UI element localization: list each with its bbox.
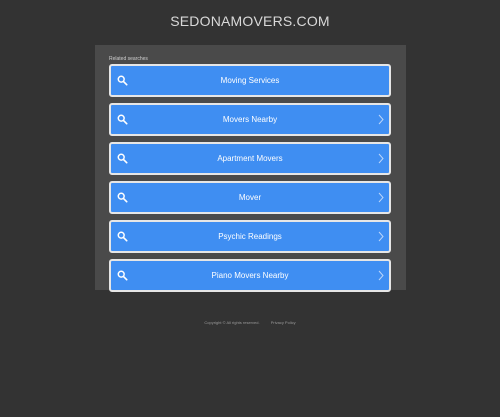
related-search-label: Moving Services xyxy=(220,76,280,85)
related-search-mover[interactable]: Mover xyxy=(109,181,391,214)
page: SEDONAMOVERS.COM Related searches Moving… xyxy=(0,0,500,417)
related-search-psychic-readings[interactable]: Psychic Readings xyxy=(109,220,391,253)
privacy-policy-link[interactable]: Privacy Policy xyxy=(271,320,296,325)
related-search-label: Piano Movers Nearby xyxy=(211,271,289,280)
chevron-right-icon xyxy=(378,114,384,125)
related-search-movers-nearby[interactable]: Movers Nearby xyxy=(109,103,391,136)
footer: Copyright © All rights reserved. Privacy… xyxy=(0,320,500,326)
related-searches-panel: Related searches Moving Services Movers … xyxy=(95,45,406,292)
related-search-piano-movers-nearby[interactable]: Piano Movers Nearby xyxy=(109,259,391,292)
copyright-text: Copyright © All rights reserved. xyxy=(204,320,260,325)
related-searches-heading: Related searches xyxy=(109,56,148,62)
site-title: SEDONAMOVERS.COM xyxy=(170,13,330,29)
related-search-label: Apartment Movers xyxy=(217,154,283,163)
chevron-right-icon xyxy=(378,270,384,281)
related-search-label: Mover xyxy=(238,193,262,202)
chevron-right-icon xyxy=(378,231,384,242)
chevron-right-icon xyxy=(378,153,384,164)
chevron-right-icon xyxy=(378,192,384,203)
related-search-apartment-movers[interactable]: Apartment Movers xyxy=(109,142,391,175)
related-search-label: Psychic Readings xyxy=(218,232,282,241)
related-searches-list: Moving Services Movers Nearby Apartment … xyxy=(109,64,391,298)
related-search-label: Movers Nearby xyxy=(222,115,278,124)
related-search-moving-services[interactable]: Moving Services xyxy=(109,64,391,97)
